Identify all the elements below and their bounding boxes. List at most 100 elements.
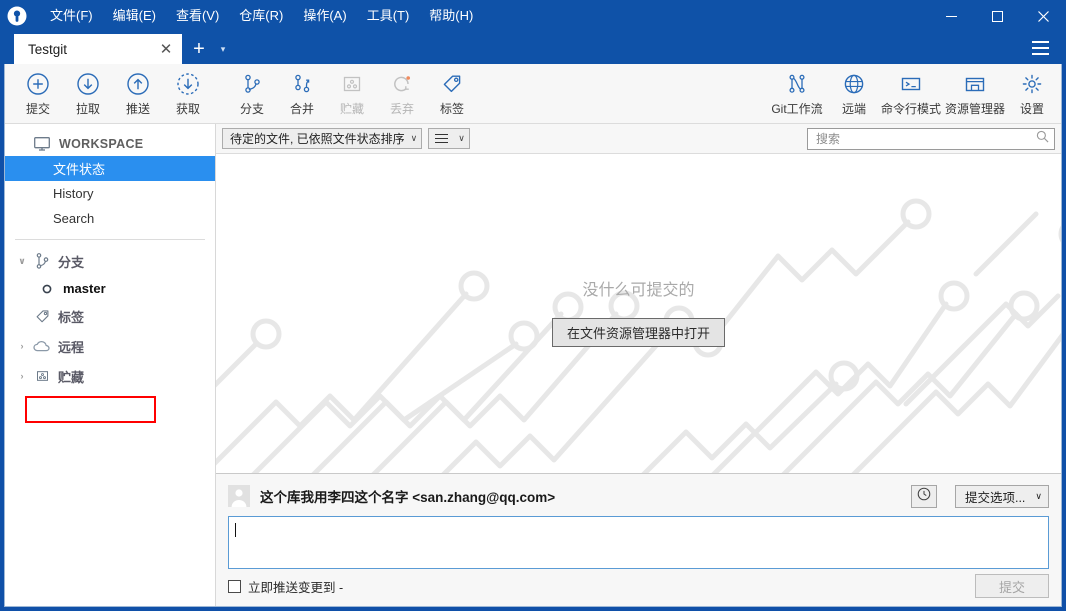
chevron-right-icon[interactable]: › [17, 341, 27, 351]
sidebar-group-tags-label: 标签 [58, 309, 85, 325]
toolbar-commit-button[interactable]: 提交 [13, 66, 63, 122]
toolbar-merge-button[interactable]: 合并 [277, 66, 327, 122]
toolbar-explorer-label: 资源管理器 [944, 101, 1005, 116]
stash-icon [340, 71, 364, 97]
search-input[interactable]: 搜索 [807, 127, 1055, 150]
toolbar-push-button[interactable]: 推送 [113, 66, 163, 122]
sourcetree-logo-icon [0, 0, 34, 32]
chevron-down-icon[interactable]: ∨ [17, 256, 27, 267]
pull-down-arrow-icon [76, 71, 100, 97]
list-lines-icon [435, 133, 449, 144]
chevron-down-icon: ∨ [458, 133, 465, 143]
search-placeholder: 搜索 [816, 132, 841, 146]
toolbar-settings-button[interactable]: 设置 [1007, 66, 1057, 122]
menu-file[interactable]: 文件(F) [40, 3, 103, 29]
branch-icon [33, 252, 51, 270]
new-tab-button[interactable]: + [186, 34, 212, 64]
menu-repository[interactable]: 仓库(R) [229, 3, 293, 29]
sidebar: WORKSPACE 文件状态 History Search ∨ 分支 maste… [5, 124, 216, 606]
minimize-button[interactable] [928, 0, 974, 32]
sidebar-group-branches-label: 分支 [58, 254, 85, 270]
text-cursor [235, 522, 236, 537]
commit-author-label: 这个库我用李四这个名字 <san.zhang@qq.com> [260, 490, 556, 505]
commit-button: 提交 [975, 574, 1049, 598]
toolbar-branch-button[interactable]: 分支 [227, 66, 277, 122]
search-icon [1036, 130, 1049, 148]
tab-strip: Testgit ✕ + ▾ [0, 32, 1066, 64]
sidebar-workspace-label: WORKSPACE [59, 137, 144, 151]
commit-panel: 这个库我用李四这个名字 <san.zhang@qq.com> 提交选项... ∨… [216, 473, 1061, 606]
clock-icon [917, 487, 931, 506]
push-immediately-label: 立即推送变更到 - [248, 580, 344, 595]
menu-view[interactable]: 查看(V) [166, 3, 229, 29]
sidebar-item-file-status-label: 文件状态 [53, 162, 106, 177]
tab-list-chevron-down-icon[interactable]: ▾ [212, 34, 234, 64]
toolbar-terminal-button[interactable]: 命令行模式 [879, 66, 943, 122]
sidebar-item-search-label: Search [53, 211, 95, 226]
content-area: WORKSPACE 文件状态 History Search ∨ 分支 maste… [5, 124, 1061, 606]
branch-dot-icon [38, 283, 56, 295]
toolbar-tag-label: 标签 [439, 101, 464, 116]
toolbar-fetch-button[interactable]: 获取 [163, 66, 213, 122]
branch-icon [240, 71, 264, 97]
toolbar-pull-label: 拉取 [75, 101, 100, 116]
push-up-arrow-icon [126, 71, 150, 97]
sidebar-item-search[interactable]: Search [5, 206, 215, 231]
sidebar-group-branches[interactable]: ∨ 分支 [5, 246, 215, 276]
hamburger-menu-icon[interactable] [1028, 37, 1052, 59]
right-pane: 待定的文件, 已依照文件状态排序 ∨ ∨ 搜索 没什么可提交的 在文件资源管理器… [216, 124, 1061, 606]
menu-actions[interactable]: 操作(A) [293, 3, 356, 29]
toolbar-tag-button[interactable]: 标签 [427, 66, 477, 122]
sidebar-group-remotes[interactable]: › 远程 [5, 331, 215, 361]
toolbar-right-group: Git工作流 远端 命令行模式 资源管理器 设置 [765, 66, 1057, 122]
maximize-button[interactable] [974, 0, 1020, 32]
toolbar-pull-button[interactable]: 拉取 [63, 66, 113, 122]
main-toolbar: 提交 拉取 推送 获取 分支 合并 贮藏 丢弃 标签 Git工作流 远端 命令行… [5, 64, 1061, 124]
toolbar-stash-label: 贮藏 [339, 101, 364, 116]
toolbar-terminal-label: 命令行模式 [880, 101, 941, 116]
menu-help[interactable]: 帮助(H) [419, 3, 483, 29]
discard-refresh-icon [390, 71, 414, 97]
toolbar-discard-label: 丢弃 [389, 101, 414, 116]
merge-icon [290, 71, 314, 97]
sidebar-group-tags[interactable]: 标签 [5, 301, 215, 331]
toolbar-remote-button[interactable]: 远端 [829, 66, 879, 122]
sidebar-branch-master-label: master [63, 281, 106, 296]
commit-bottom-row: 立即推送变更到 - 提交 [228, 569, 1049, 603]
sidebar-workspace-header[interactable]: WORKSPACE [5, 132, 215, 156]
sidebar-group-stashes-label: 贮藏 [58, 369, 85, 385]
open-in-explorer-button[interactable]: 在文件资源管理器中打开 [551, 318, 725, 347]
commit-plus-icon [26, 71, 50, 97]
tag-icon [33, 308, 51, 325]
empty-state-message: 没什么可提交的 [582, 282, 695, 299]
gitflow-icon [785, 71, 809, 97]
commit-history-button[interactable] [910, 484, 937, 508]
sidebar-group-stashes[interactable]: › 贮藏 [5, 361, 215, 391]
toolbar-commit-label: 提交 [25, 101, 50, 116]
toolbar-stash-button: 贮藏 [327, 66, 377, 122]
close-button[interactable] [1020, 0, 1066, 32]
stash-icon [33, 368, 51, 384]
toolbar-discard-button: 丢弃 [377, 66, 427, 122]
menu-edit[interactable]: 编辑(E) [103, 3, 166, 29]
push-immediately-checkbox[interactable] [228, 579, 241, 593]
file-sort-dropdown[interactable]: 待定的文件, 已依照文件状态排序 ∨ [222, 128, 423, 149]
chevron-right-icon[interactable]: › [17, 371, 27, 381]
fetch-dashed-arrow-icon [176, 71, 200, 97]
sidebar-item-file-status[interactable]: 文件状态 [5, 156, 215, 181]
menu-tools[interactable]: 工具(T) [357, 3, 420, 29]
sidebar-branch-master[interactable]: master [5, 276, 215, 301]
commit-message-input[interactable] [228, 516, 1049, 569]
sidebar-divider [15, 239, 205, 240]
sidebar-group-remotes-label: 远程 [58, 339, 85, 355]
tab-testgit[interactable]: Testgit ✕ [14, 34, 182, 64]
sidebar-item-history-label: History [53, 186, 94, 201]
toolbar-branch-label: 分支 [239, 101, 264, 116]
user-avatar [228, 485, 250, 507]
commit-options-dropdown[interactable]: 提交选项... ∨ [954, 484, 1049, 508]
view-mode-dropdown[interactable]: ∨ [428, 128, 470, 149]
sidebar-item-history[interactable]: History [5, 181, 215, 206]
tab-close-icon[interactable]: ✕ [156, 39, 176, 59]
toolbar-explorer-button[interactable]: 资源管理器 [943, 66, 1007, 122]
toolbar-gitflow-button[interactable]: Git工作流 [765, 66, 829, 122]
